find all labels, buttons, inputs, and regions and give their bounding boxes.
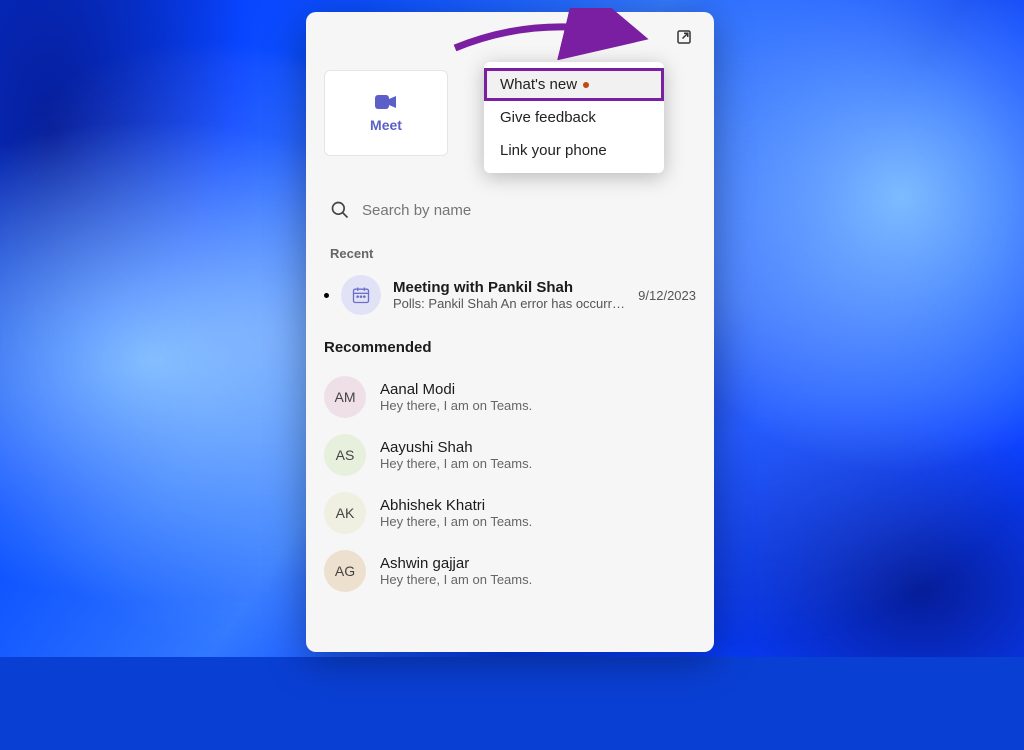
recommended-contact-item[interactable]: AS Aayushi Shah Hey there, I am on Teams… [306, 426, 714, 484]
video-camera-icon [374, 93, 398, 111]
more-options-button[interactable] [624, 23, 652, 51]
contact-name: Ashwin gajjar [380, 555, 532, 572]
menu-item-label: Link your phone [500, 142, 607, 159]
menu-item-label: What's new [500, 76, 577, 93]
avatar-initials: AS [336, 447, 355, 463]
search-icon [330, 200, 350, 220]
contact-status: Hey there, I am on Teams. [380, 572, 532, 587]
menu-item-label: Give feedback [500, 109, 596, 126]
recommended-contact-item[interactable]: AM Aanal Modi Hey there, I am on Teams. [306, 368, 714, 426]
recommended-contact-item[interactable]: AG Ashwin gajjar Hey there, I am on Team… [306, 542, 714, 600]
contact-status: Hey there, I am on Teams. [380, 456, 532, 471]
avatar: AK [324, 492, 366, 534]
open-in-new-window-button[interactable] [670, 23, 698, 51]
avatar: AS [324, 434, 366, 476]
more-options-menu: What's new Give feedback Link your phone [484, 62, 664, 173]
avatar: AG [324, 550, 366, 592]
search-row[interactable] [324, 196, 696, 224]
calendar-icon [351, 285, 371, 305]
meet-button-label: Meet [370, 117, 402, 133]
recent-section-label: Recent [330, 246, 696, 261]
avatar-initials: AM [335, 389, 356, 405]
recommended-contact-item[interactable]: AK Abhishek Khatri Hey there, I am on Te… [306, 484, 714, 542]
contact-status: Hey there, I am on Teams. [380, 398, 532, 413]
search-input[interactable] [362, 202, 690, 219]
contact-name: Abhishek Khatri [380, 497, 532, 514]
avatar: AM [324, 376, 366, 418]
ellipsis-icon [629, 28, 647, 46]
contact-name: Aayushi Shah [380, 439, 532, 456]
contact-status: Hey there, I am on Teams. [380, 514, 532, 529]
menu-item-give-feedback[interactable]: Give feedback [484, 101, 664, 134]
recent-item-text: Meeting with Pankil Shah Polls: Pankil S… [393, 279, 626, 311]
meet-button-card[interactable]: Meet [324, 70, 448, 156]
new-indicator-dot [583, 82, 589, 88]
titlebar [306, 12, 714, 62]
contact-name: Aanal Modi [380, 381, 532, 398]
unread-indicator-dot [324, 293, 329, 298]
menu-item-whats-new[interactable]: What's new [484, 68, 664, 101]
avatar-initials: AK [336, 505, 355, 521]
recent-conversation-item[interactable]: Meeting with Pankil Shah Polls: Pankil S… [306, 269, 714, 321]
recommended-section-label: Recommended [324, 339, 696, 356]
recent-item-subtitle: Polls: Pankil Shah An error has occurre… [393, 296, 626, 311]
meeting-avatar [341, 275, 381, 315]
popout-icon [675, 28, 693, 46]
recent-item-date: 9/12/2023 [638, 288, 696, 303]
avatar-initials: AG [335, 563, 355, 579]
menu-item-link-your-phone[interactable]: Link your phone [484, 134, 664, 167]
recent-item-title: Meeting with Pankil Shah [393, 279, 626, 296]
